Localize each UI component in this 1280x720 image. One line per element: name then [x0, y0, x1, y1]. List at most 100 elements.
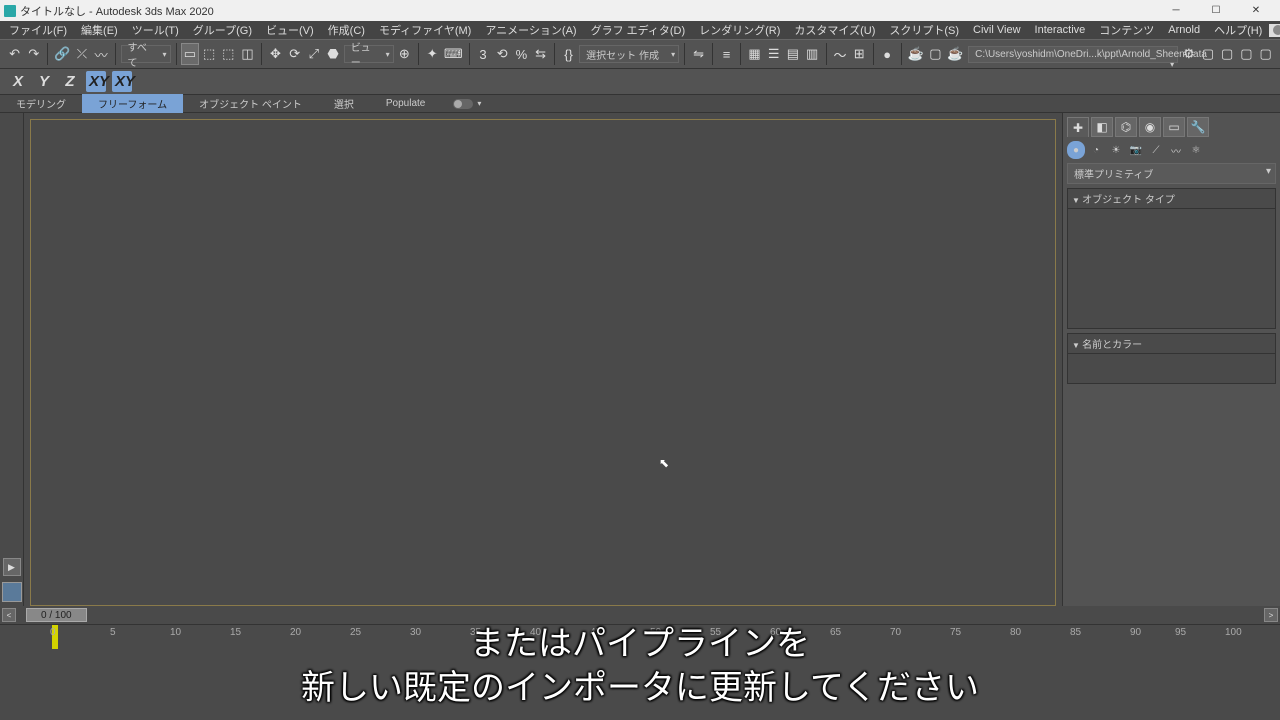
- cp-sub-cameras[interactable]: 📷: [1127, 141, 1145, 159]
- cp-tab-modify[interactable]: ◧: [1091, 117, 1113, 137]
- tick-label: 20: [290, 627, 301, 638]
- pivot-button[interactable]: ⊕: [396, 43, 413, 65]
- menu-arnold[interactable]: Arnold: [1161, 23, 1207, 37]
- menu-view[interactable]: ビュー(V): [259, 21, 321, 39]
- rotate-button[interactable]: ⟳: [286, 43, 303, 65]
- menu-graph[interactable]: グラフ エディタ(D): [584, 21, 693, 39]
- project-path[interactable]: C:\Users\yoshidm\OneDri...k\ppt\Arnold_S…: [968, 46, 1178, 63]
- tab-modeling[interactable]: モデリング: [0, 94, 82, 113]
- menu-content[interactable]: コンテンツ: [1092, 21, 1161, 39]
- cp-tab-create[interactable]: ✚: [1067, 117, 1089, 137]
- render-button[interactable]: ☕: [946, 43, 964, 65]
- cp-sub-helpers[interactable]: ⟋: [1147, 141, 1165, 159]
- mirror-button[interactable]: ⇋: [690, 43, 707, 65]
- crease-explorer-button[interactable]: ▥: [803, 43, 820, 65]
- menu-rendering[interactable]: レンダリング(R): [692, 21, 787, 39]
- bind-button[interactable]: 〰: [93, 43, 110, 65]
- time-slider-right[interactable]: >: [1264, 608, 1278, 622]
- align-button[interactable]: ≡: [718, 43, 735, 65]
- maximize-button[interactable]: ☐: [1196, 0, 1236, 21]
- cp-sub-spacewarps[interactable]: 〰: [1167, 141, 1185, 159]
- unlink-button[interactable]: ⤫: [73, 43, 90, 65]
- keyboard-shortcut-button[interactable]: ⌨: [443, 43, 464, 65]
- path-item3-button[interactable]: ▢: [1238, 43, 1255, 65]
- scale-button[interactable]: ⤢: [305, 43, 322, 65]
- time-slider-track[interactable]: 0 / 100: [16, 608, 1264, 622]
- menu-create[interactable]: 作成(C): [321, 21, 372, 39]
- cp-tab-motion[interactable]: ◉: [1139, 117, 1161, 137]
- cp-section-namecolor[interactable]: 名前とカラー: [1067, 333, 1276, 354]
- menu-tools[interactable]: ツール(T): [125, 21, 186, 39]
- select-object-button[interactable]: ▭: [181, 43, 198, 65]
- menu-interactive[interactable]: Interactive: [1028, 23, 1093, 37]
- select-name-button[interactable]: ⬚: [201, 43, 218, 65]
- menu-edit[interactable]: 編集(E): [74, 21, 125, 39]
- time-slider-left[interactable]: <: [2, 608, 16, 622]
- cp-sub-shapes[interactable]: ◔: [1087, 141, 1105, 159]
- cp-section-objecttype[interactable]: オブジェクト タイプ: [1067, 188, 1276, 209]
- user-account[interactable]: masahiro.yoshi... ▾: [1269, 24, 1280, 37]
- cp-sub-systems[interactable]: ⚛: [1187, 141, 1205, 159]
- axis-xy[interactable]: XY: [86, 71, 106, 92]
- menu-script[interactable]: スクリプト(S): [882, 21, 966, 39]
- cp-tab-utilities[interactable]: 🔧: [1187, 117, 1209, 137]
- viewport-play-button[interactable]: ▶: [3, 558, 21, 576]
- cp-sub-lights[interactable]: ☀: [1107, 141, 1125, 159]
- cp-tab-hierarchy[interactable]: ⌬: [1115, 117, 1137, 137]
- layer-toggle-button[interactable]: ▦: [746, 43, 763, 65]
- cp-tab-display[interactable]: ▭: [1163, 117, 1185, 137]
- tab-selection[interactable]: 選択: [318, 94, 370, 113]
- time-ruler[interactable]: 0510152025303540455055606570758085909510…: [0, 624, 1280, 652]
- snap-percent-button[interactable]: %: [513, 43, 530, 65]
- axis-xy2[interactable]: XY: [112, 71, 132, 92]
- material-editor-button[interactable]: ●: [879, 43, 896, 65]
- snap-angle-button[interactable]: ⟲: [494, 43, 511, 65]
- cp-sub-geometry[interactable]: ●: [1067, 141, 1085, 159]
- placement-button[interactable]: ⬣: [324, 43, 341, 65]
- axis-x[interactable]: X: [8, 73, 28, 90]
- window-crossing-button[interactable]: ◫: [239, 43, 256, 65]
- axis-z[interactable]: Z: [60, 73, 80, 90]
- path-item2-button[interactable]: ▢: [1219, 43, 1236, 65]
- layer-explorer-button[interactable]: ▤: [784, 43, 801, 65]
- path-item4-button[interactable]: ▢: [1257, 43, 1274, 65]
- edit-named-sel-button[interactable]: {}: [560, 43, 577, 65]
- menu-modifiers[interactable]: モディファイヤ(M): [372, 21, 478, 39]
- viewport[interactable]: ⬉: [30, 119, 1056, 606]
- curve-editor-button[interactable]: 〜: [831, 43, 848, 65]
- spinner-snap-button[interactable]: ⇆: [532, 43, 549, 65]
- selection-filter[interactable]: すべて: [121, 45, 171, 63]
- ribbon-chevron-icon[interactable]: ▾: [477, 99, 481, 108]
- menu-file[interactable]: ファイル(F): [2, 21, 74, 39]
- tab-populate[interactable]: Populate: [370, 96, 441, 111]
- render-frame-button[interactable]: ▢: [927, 43, 944, 65]
- select-region-button[interactable]: ⬚: [220, 43, 237, 65]
- menu-customize[interactable]: カスタマイズ(U): [787, 21, 882, 39]
- scene-explorer-button[interactable]: ☰: [765, 43, 782, 65]
- schematic-view-button[interactable]: ⊞: [851, 43, 868, 65]
- tick-label: 75: [950, 627, 961, 638]
- snap-3d-button[interactable]: 3: [474, 43, 491, 65]
- tick-label: 40: [530, 627, 541, 638]
- menu-civilview[interactable]: Civil View: [966, 23, 1027, 37]
- manipulate-button[interactable]: ✦: [424, 43, 441, 65]
- undo-button[interactable]: ↶: [6, 43, 23, 65]
- render-setup-button[interactable]: ☕: [907, 43, 925, 65]
- redo-button[interactable]: ↷: [25, 43, 42, 65]
- tab-freeform[interactable]: フリーフォーム: [82, 94, 183, 113]
- time-slider-handle[interactable]: 0 / 100: [26, 608, 87, 622]
- move-button[interactable]: ✥: [267, 43, 284, 65]
- ref-coord-dropdown[interactable]: ビュー: [344, 45, 394, 63]
- named-selection-dropdown[interactable]: 選択セット 作成: [579, 45, 679, 63]
- menu-animation[interactable]: アニメーション(A): [478, 21, 583, 39]
- tab-objectpaint[interactable]: オブジェクト ペイント: [183, 94, 318, 113]
- tick-label: 5: [110, 627, 116, 638]
- minimize-button[interactable]: ─: [1156, 0, 1196, 21]
- axis-y[interactable]: Y: [34, 73, 54, 90]
- menu-group[interactable]: グループ(G): [186, 21, 259, 39]
- menu-help[interactable]: ヘルプ(H): [1207, 21, 1269, 39]
- link-button[interactable]: 🔗: [53, 43, 71, 65]
- ribbon-toggle[interactable]: [453, 99, 473, 109]
- viewport-thumb[interactable]: [2, 582, 22, 602]
- cp-category-dropdown[interactable]: 標準プリミティブ: [1067, 163, 1276, 184]
